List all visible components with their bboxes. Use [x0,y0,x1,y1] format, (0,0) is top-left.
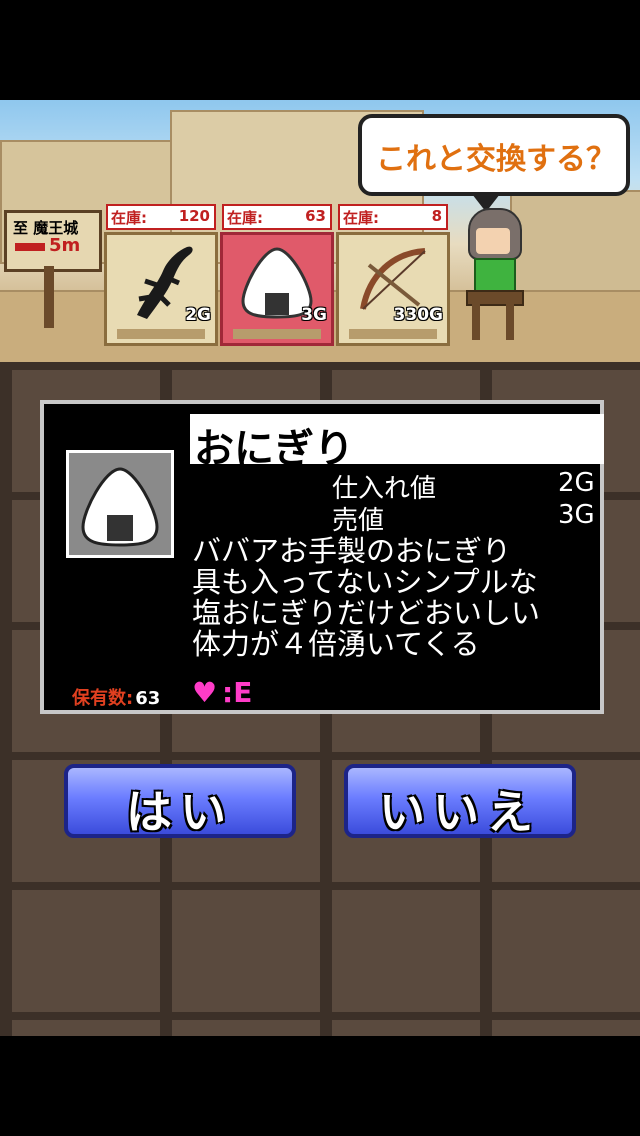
direction-signpost: 至 魔王城 5m [4,210,102,272]
owned-count: 保有数: 63 [72,684,160,710]
slot-base [349,329,437,339]
item-name-bar: おにぎり [190,414,604,472]
heart-icon: ♥ [192,676,218,709]
stock-counter: 在庫: 120 [106,204,216,230]
stock-label: 在庫: [343,209,379,227]
onigiri-icon [81,467,159,547]
sell-price-label: 売値 [332,506,385,536]
description-line: 塩おにぎりだけどおいしい [192,596,541,630]
character-face [476,228,510,254]
stock-label: 在庫: [111,209,147,227]
item-rank: :E [222,676,252,709]
no-button-label: いいえ [379,785,541,839]
yes-button-label: はい [126,785,234,839]
background-wall [510,190,640,304]
stock-counter: 在庫: 8 [338,204,448,230]
purchase-price-value: 2G [558,468,595,498]
owned-value: 63 [135,688,161,709]
item-thumbnail [66,450,174,558]
yes-button[interactable]: はい [64,764,296,839]
slot-base [117,329,205,339]
stock-value: 120 [178,207,210,225]
slot-base [233,329,321,339]
item-description: ババアお手製のおにぎり 具も入ってないシンプルな 塩おにぎりだけどおいしい 体力… [192,536,602,660]
stool-legs [472,304,514,340]
stock-value: 8 [431,207,442,225]
no-button[interactable]: いいえ [344,764,576,839]
sell-price-value: 3G [558,500,595,530]
shopkeeper-character [462,208,524,348]
speech-bubble-text: これと交換する？ [376,142,616,177]
signpost-distance: 5m [49,235,81,256]
stock-label: 在庫: [227,209,263,227]
item-price: 3G [301,305,327,325]
rank-value: E [233,676,253,709]
shop-slot-bow[interactable]: 330G [336,232,450,346]
owned-label: 保有数: [72,688,134,709]
stock-value: 63 [305,207,326,225]
character-body [474,258,516,292]
description-line: 具も入ってないシンプルな [192,565,538,599]
item-name: おにぎり [194,426,354,472]
signpost-pole [44,266,54,328]
signpost-arrow-icon [15,243,45,251]
item-price: 330G [393,305,443,325]
rank-separator: : [222,676,234,709]
speech-bubble: これと交換する？ [358,114,630,212]
item-info-panel: おにぎり 仕入れ値 2G 売値 3G ババアお手製のおにぎり 具も入ってないシン… [40,400,604,714]
shop-scene: 至 魔王城 5m 在庫: 120 2G 在庫: 63 3G 在庫: 8 330G… [0,100,640,362]
shop-slot-onigiri[interactable]: 3G [220,232,334,346]
description-line: 体力が４倍湧いてくる [192,627,480,661]
item-price: 2G [185,305,211,325]
shop-slot-lizard[interactable]: 2G [104,232,218,346]
description-line: ババアお手製のおにぎり [192,534,512,568]
stock-counter: 在庫: 63 [222,204,332,230]
